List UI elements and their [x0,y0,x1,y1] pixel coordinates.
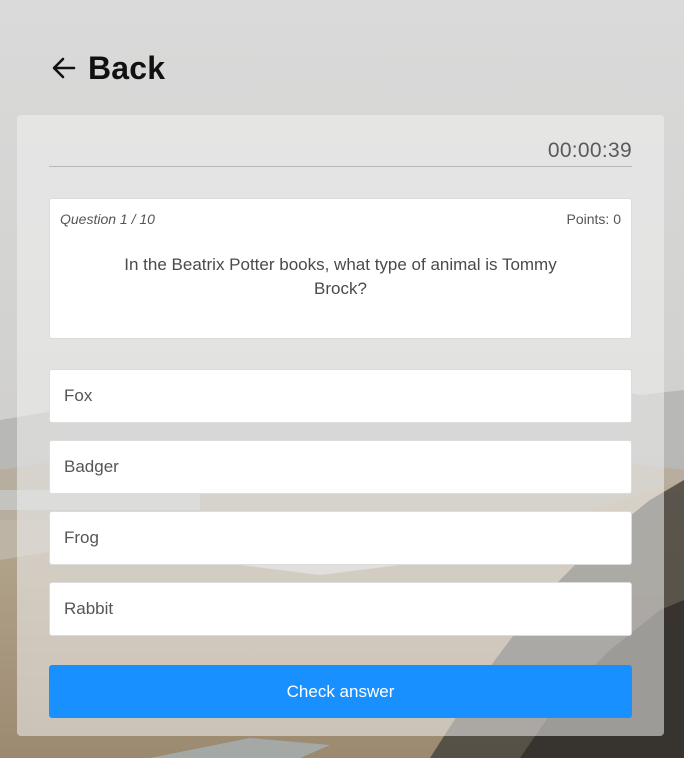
quiz-card: 00:00:39 Question 1 / 10 Points: 0 In th… [17,115,664,736]
timer-row: 00:00:39 [49,135,632,167]
answer-option-badger[interactable]: Badger [49,440,632,494]
question-text: In the Beatrix Potter books, what type o… [124,255,557,298]
back-label: Back [88,49,166,86]
back-button[interactable]: Back [50,46,165,90]
answer-option-frog[interactable]: Frog [49,511,632,565]
question-box: Question 1 / 10 Points: 0 In the Beatrix… [49,198,632,339]
answer-list: Fox Badger Frog Rabbit [49,369,632,653]
question-counter: Question 1 / 10 [60,211,155,227]
arrow-left-icon [50,54,78,82]
answer-option-rabbit[interactable]: Rabbit [49,582,632,636]
timer: 00:00:39 [547,139,632,162]
points-counter: Points: 0 [566,211,621,227]
check-answer-button[interactable]: Check answer [49,665,632,718]
answer-option-fox[interactable]: Fox [49,369,632,423]
